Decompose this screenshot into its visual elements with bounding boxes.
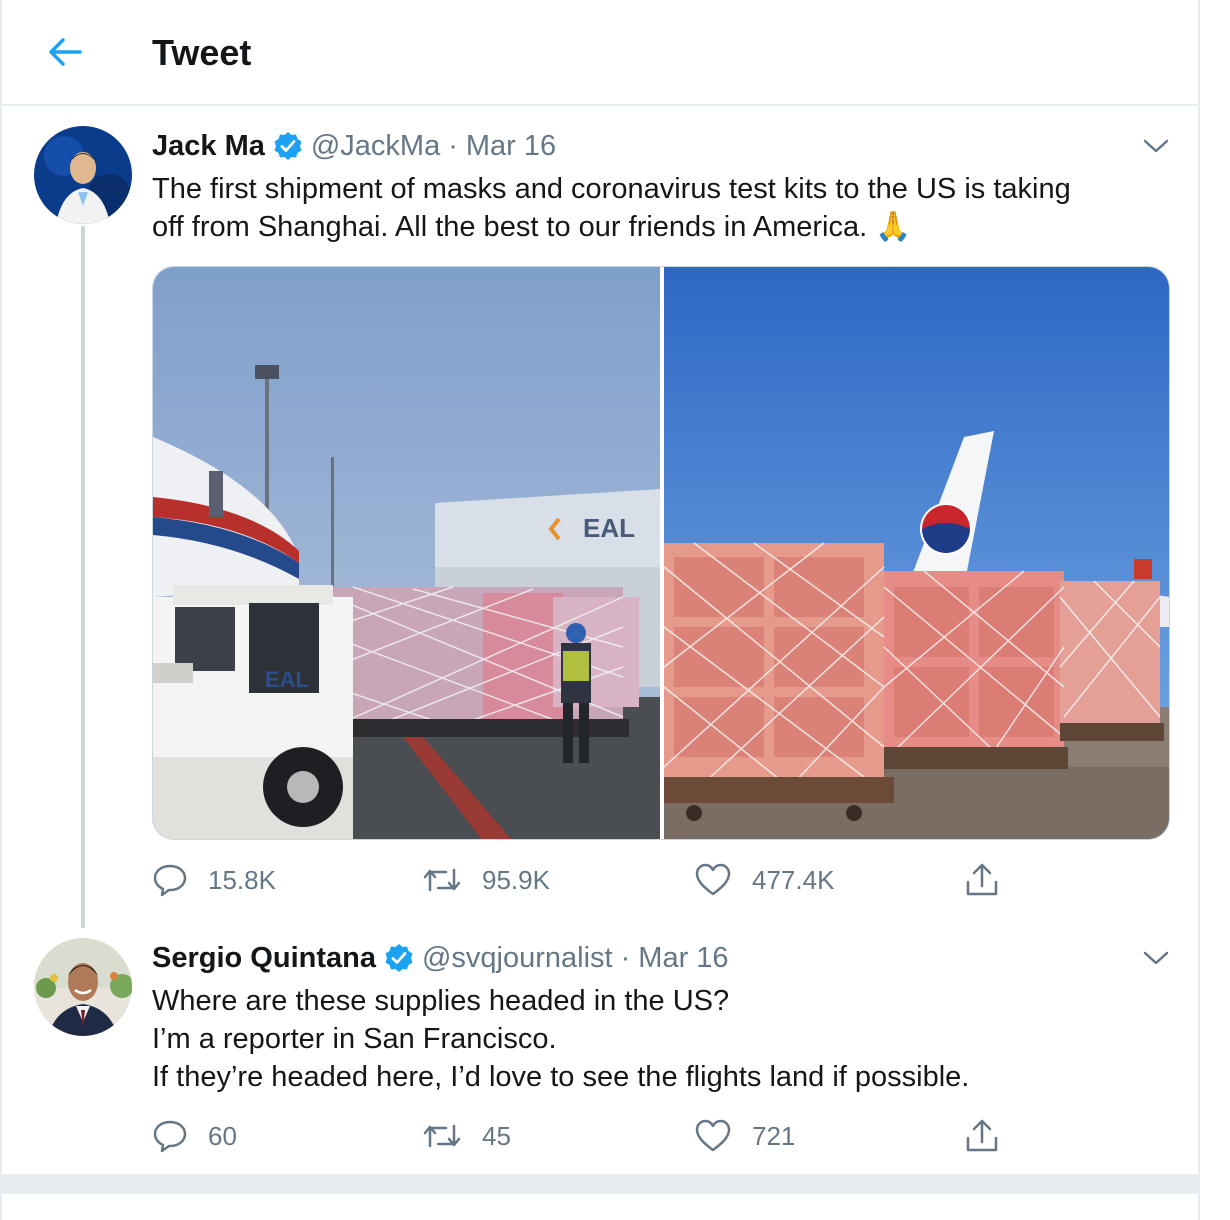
- retweet-button[interactable]: 45: [422, 1116, 511, 1156]
- meta-separator: ·: [448, 129, 458, 162]
- reply-text-line: Where are these supplies headed in the U…: [152, 985, 730, 1017]
- chevron-down-icon: [1143, 139, 1169, 153]
- avatar-jack-ma[interactable]: [34, 126, 132, 224]
- tweet-date[interactable]: Mar 16: [638, 942, 728, 975]
- thread-line: [81, 226, 85, 928]
- like-button[interactable]: 721: [694, 1116, 795, 1156]
- reply-meta: Sergio Quintana @svqjournalist · Mar 16: [152, 940, 729, 976]
- reply-button[interactable]: 60: [152, 1116, 237, 1156]
- share-button[interactable]: [964, 860, 1000, 900]
- author-name[interactable]: Sergio Quintana: [152, 942, 376, 975]
- tweet-actions: 15.8K 95.9K 477.4K: [152, 860, 1012, 900]
- reply-text: Where are these supplies headed in the U…: [152, 982, 969, 1096]
- share-icon: [966, 863, 998, 896]
- tweet-text-line: The first shipment of masks and coronavi…: [152, 173, 1071, 205]
- page-title: Tweet: [152, 32, 252, 73]
- tweet-menu-button[interactable]: [1136, 126, 1176, 166]
- cargo-loading-photo[interactable]: EAL EAL: [153, 267, 660, 839]
- reply-count: 15.8K: [208, 864, 276, 895]
- reply-count: 60: [208, 1120, 237, 1151]
- heart-icon: [695, 863, 731, 896]
- retweet-icon: [423, 868, 461, 892]
- like-count: 477.4K: [752, 864, 835, 895]
- cargo-pallets-photo[interactable]: [663, 267, 1169, 839]
- reply-menu-button[interactable]: [1136, 938, 1176, 978]
- page-header: Tweet: [2, 0, 1200, 106]
- reply-button[interactable]: 15.8K: [152, 860, 276, 900]
- truck-logo-text: EAL: [265, 667, 309, 692]
- verified-badge-icon: [384, 943, 414, 973]
- share-button[interactable]: [964, 1116, 1000, 1156]
- retweet-count: 45: [482, 1120, 511, 1151]
- tweet-meta: Jack Ma @JackMa · Mar 16: [152, 128, 556, 164]
- author-name[interactable]: Jack Ma: [152, 130, 265, 163]
- tweet-date[interactable]: Mar 16: [466, 130, 556, 163]
- warehouse-sign-text: EAL: [583, 513, 635, 543]
- like-count: 721: [752, 1120, 796, 1151]
- reply-actions: 60 45 721: [152, 1116, 1012, 1156]
- next-section: [0, 1194, 1200, 1220]
- share-icon: [966, 1119, 998, 1152]
- tweet-text-line: off from Shanghai. All the best to our f…: [152, 211, 912, 243]
- reply-text-line: If they’re headed here, I’d love to see …: [152, 1061, 970, 1093]
- tweet-column: Tweet Jack Ma @JackMa · Mar 16 The first…: [0, 0, 1200, 1174]
- like-button[interactable]: 477.4K: [694, 860, 834, 900]
- avatar-sergio-quintana[interactable]: [34, 938, 132, 1036]
- verified-badge-icon: [273, 131, 303, 161]
- retweet-icon: [423, 1124, 461, 1148]
- reply-icon: [153, 864, 187, 897]
- tweet-media: EAL EAL: [152, 266, 1170, 840]
- retweet-count: 95.9K: [482, 864, 550, 895]
- arrow-left-icon: [49, 38, 82, 66]
- reply-icon: [153, 1120, 187, 1153]
- chevron-down-icon: [1143, 951, 1169, 965]
- retweet-button[interactable]: 95.9K: [422, 860, 550, 900]
- tweet-text: The first shipment of masks and coronavi…: [152, 170, 1071, 246]
- back-button[interactable]: [36, 26, 94, 78]
- reply-text-line: I’m a reporter in San Francisco.: [152, 1023, 557, 1055]
- heart-icon: [695, 1119, 731, 1152]
- meta-separator: ·: [620, 941, 631, 974]
- section-divider: [0, 1174, 1200, 1194]
- author-handle[interactable]: @svqjournalist: [422, 942, 613, 975]
- author-handle[interactable]: @JackMa: [311, 130, 440, 163]
